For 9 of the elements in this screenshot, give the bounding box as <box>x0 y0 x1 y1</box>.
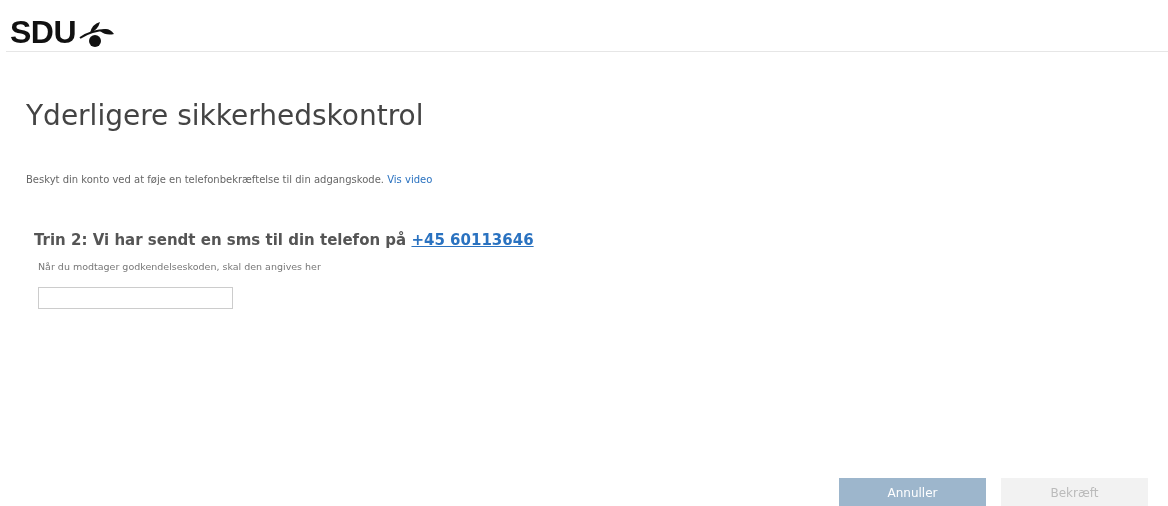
logo-icon <box>78 20 117 48</box>
page-title: Yderligere sikkerhedskontrol <box>26 98 424 134</box>
description-text: Beskyt din konto ved at føje en telefonbekræftelse til din adgangskode. Vis video <box>26 174 433 185</box>
logo-text: SDU <box>10 16 77 48</box>
video-link[interactable]: Vis video <box>387 174 433 185</box>
step-heading: Trin 2: Vi har sendt en sms til din telefon på +45 60113646 <box>34 231 534 249</box>
field-label: Når du modtager godkendelseskoden, skal den angives her <box>38 261 321 272</box>
phone-link[interactable]: +45 60113646 <box>411 231 534 249</box>
code-input-field[interactable] <box>38 287 233 309</box>
